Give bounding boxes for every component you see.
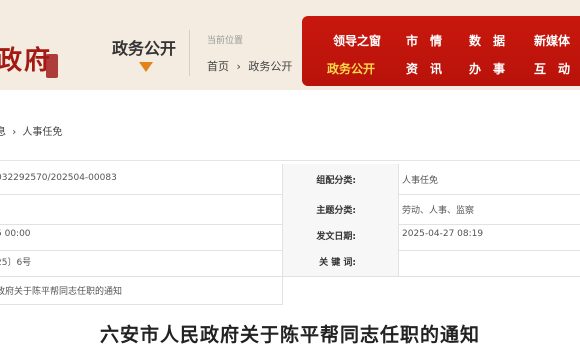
divider xyxy=(0,160,580,161)
meta-label: 关 键 词: xyxy=(319,258,356,268)
meta-row-title: 政府关于陈平帮同志任职的通知 xyxy=(0,276,283,305)
document-name: 政府关于陈平帮同志任职的通知 xyxy=(0,287,123,297)
meta-value: 人事任免 xyxy=(402,176,439,186)
current-location-label: 当前位置 xyxy=(207,36,244,46)
path-home-link[interactable]: 首页 xyxy=(207,60,229,73)
path-section-link[interactable]: 政务公开 xyxy=(248,60,292,73)
current-location-path: 首页 › 政务公开 xyxy=(207,58,296,74)
nav-item-services[interactable]: 办 事 xyxy=(452,60,522,77)
nav-item-interaction[interactable]: 互 动 xyxy=(517,60,580,77)
meta-label-cell: 关 键 词: xyxy=(282,246,399,276)
breadcrumb-parent[interactable]: 息 xyxy=(0,127,6,138)
nav-item-news[interactable]: 资 讯 xyxy=(389,60,459,77)
publish-time: 5 00:00 xyxy=(0,229,31,239)
document-number: 25〕6号 xyxy=(0,258,32,268)
index-number: 032292570/202504-00083 xyxy=(0,173,117,183)
meta-label-cell: 组配分类: xyxy=(282,164,399,194)
main-nav: 领导之窗 市 情 数 据 新媒体 政务公开 资 讯 办 事 互 动 xyxy=(302,16,580,86)
nav-item-new-media[interactable]: 新媒体 xyxy=(517,32,580,49)
meta-row: 25〕6号 关 键 词: xyxy=(0,246,580,277)
nav-item-leaders[interactable]: 领导之窗 xyxy=(322,32,392,49)
nav-item-gov-open[interactable]: 政务公开 xyxy=(316,60,386,77)
site-header: 政府 政务公开 当前位置 首页 › 政务公开 领导之窗 市 情 数 据 新媒体 … xyxy=(0,0,580,90)
meta-value: 2025-04-27 08:19 xyxy=(402,229,484,239)
meta-label: 组配分类: xyxy=(316,176,356,186)
breadcrumb-separator: › xyxy=(12,127,17,138)
meta-label: 主题分类: xyxy=(316,206,356,216)
breadcrumb-current[interactable]: 人事任免 xyxy=(22,127,62,138)
section-title: 政务公开 xyxy=(112,39,177,58)
meta-row: 032292570/202504-00083 组配分类: 人事任免 xyxy=(0,164,580,195)
meta-value: 劳动、人事、监察 xyxy=(402,206,475,216)
path-separator: › xyxy=(236,60,241,73)
arrow-down-icon xyxy=(139,62,153,72)
nav-item-data[interactable]: 数 据 xyxy=(452,32,522,49)
nav-item-city[interactable]: 市 情 xyxy=(389,32,459,49)
meta-label: 发文日期: xyxy=(316,232,356,242)
site-logo[interactable]: 政府 xyxy=(0,40,52,77)
divider xyxy=(189,30,190,76)
seal-icon xyxy=(46,54,58,78)
page-title: 六安市人民政府关于陈平帮同志任职的通知 xyxy=(99,324,480,346)
breadcrumb: 息 › 人事任免 xyxy=(0,123,65,138)
